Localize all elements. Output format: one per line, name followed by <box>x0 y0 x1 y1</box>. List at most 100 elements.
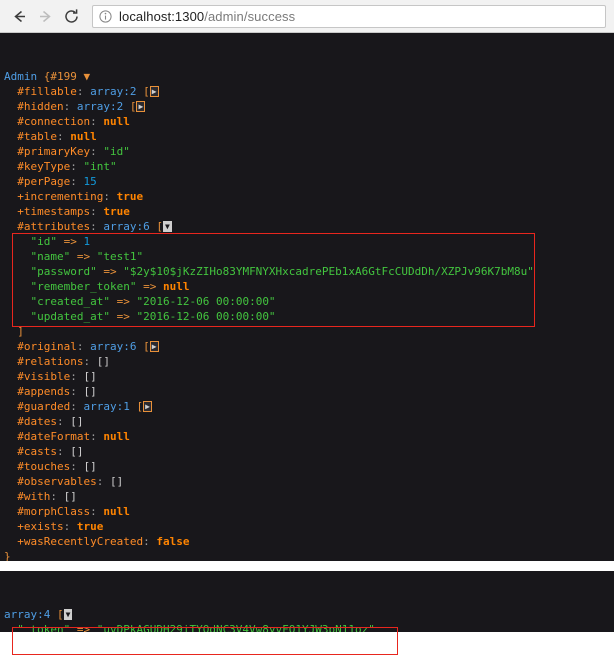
dump-property-hidden: #hidden: array:2 [▶ <box>0 99 614 114</box>
back-button[interactable] <box>6 3 32 29</box>
dump-property-name: #hidden <box>17 100 64 113</box>
browser-toolbar: localhost:1300/admin/success <box>0 0 614 33</box>
toggle-collapse-icon[interactable]: ▼ <box>162 221 172 232</box>
dump-property-fillable: #fillable: array:2 [▶ <box>0 84 614 99</box>
toggle-expand-icon[interactable]: ▶ <box>149 341 159 352</box>
dump-property-timestamps: +timestamps: true <box>0 204 614 219</box>
dump-colon: : <box>57 415 64 428</box>
page-body: Admin {#199 ▼ #fillable: array:2 [▶ #hid… <box>0 33 614 655</box>
dump-arrow: => <box>103 265 117 278</box>
dump-property-name: #keyType <box>17 160 71 173</box>
toggle-expand-icon[interactable]: ▶ <box>143 401 152 412</box>
dump-colon: : <box>70 370 77 383</box>
dump-arrow: => <box>143 280 157 293</box>
dump-string-value: "int" <box>83 160 117 173</box>
dump-property-exists: +exists: true <box>0 519 614 534</box>
info-circle-icon[interactable] <box>99 9 112 23</box>
dump-entry-key: "name" <box>30 250 71 263</box>
dump-empty-array: [] <box>63 490 77 503</box>
object-toggle-icon[interactable]: ▼ <box>84 70 91 83</box>
toggle-collapse-icon[interactable]: ▼ <box>63 609 73 620</box>
dump-property-name: #touches <box>17 460 71 473</box>
dump-constant-value: null <box>103 115 130 128</box>
url-text: localhost:1300/admin/success <box>119 9 295 24</box>
dump-property-primaryKey: #primaryKey: "id" <box>0 144 614 159</box>
dump-entry-key: "password" <box>30 265 97 278</box>
reload-icon <box>64 8 78 23</box>
dump-constant-value: null <box>103 430 130 443</box>
dump-colon: : <box>70 385 77 398</box>
dump-bracket: [ <box>143 85 150 98</box>
dump-property-dates: #dates: [] <box>0 414 614 429</box>
dump-number-value: 15 <box>83 175 97 188</box>
dump-property-name: #visible <box>17 370 71 383</box>
dump-colon: : <box>50 490 57 503</box>
dump-entry-key: "created_at" <box>30 295 110 308</box>
dump-property-keyType: #keyType: "int" <box>0 159 614 174</box>
dump-arrow: => <box>116 310 130 323</box>
arrow-right-icon <box>39 10 51 22</box>
dump-colon: : <box>76 85 84 98</box>
dump-empty-array: [] <box>109 475 124 488</box>
dump-colon: : <box>70 160 77 173</box>
url-host: localhost:1300 <box>119 8 205 24</box>
dump-array-type: array:2 <box>90 85 137 98</box>
dump-object-close: } <box>0 549 614 561</box>
dump-property-relations: #relations: [] <box>0 354 614 369</box>
dump-object-id: {#199 <box>43 70 77 83</box>
dump-string-value: "2016-12-06 00:00:00" <box>136 295 276 308</box>
address-bar[interactable]: localhost:1300/admin/success <box>92 4 606 28</box>
toggle-expand-icon[interactable]: ▶ <box>136 101 146 112</box>
dump-colon: : <box>63 520 71 533</box>
dump-arrow: => <box>63 235 77 248</box>
dump-array-type: array:1 <box>83 400 130 413</box>
dump-colon: : <box>96 475 104 488</box>
dump-colon: : <box>83 355 91 368</box>
dump-property-name: #casts <box>17 445 57 458</box>
dump-entry-key: "updated_at" <box>30 310 110 323</box>
dump-object-header: Admin {#199 ▼ <box>0 69 614 84</box>
dump-colon: : <box>70 175 77 188</box>
dump-arrow: => <box>76 250 91 263</box>
dump-property-name: #perPage <box>17 175 71 188</box>
dump-empty-array: [] <box>96 355 110 368</box>
dump-entry-key: "id" <box>30 235 58 248</box>
var-dump-session-panel: array:4 [▼ "_token" => "uvDPkAGUDH29iTYO… <box>0 571 614 632</box>
dump-property-observables: #observables: [] <box>0 474 614 489</box>
dump-property-name: #connection <box>17 115 91 128</box>
dump-colon: : <box>57 130 64 143</box>
dump-session-_token: "_token" => "uvDPkAGUDH29iTYOdNC3V4Vw8yv… <box>0 622 614 632</box>
dump-empty-array: [] <box>83 385 97 398</box>
dump-brace: } <box>4 550 11 561</box>
dump-colon: : <box>70 400 77 413</box>
dump-property-name: #dates <box>17 415 57 428</box>
dump-colon: : <box>90 220 97 233</box>
dump-colon: : <box>90 205 97 218</box>
dump-property-visible: #visible: [] <box>0 369 614 384</box>
dump-string-value: "id" <box>103 145 130 158</box>
var-dump-object-lines: Admin {#199 ▼ #fillable: array:2 [▶ #hid… <box>0 69 614 561</box>
dump-arrow: => <box>116 295 130 308</box>
dump-property-name: #morphClass <box>17 505 91 518</box>
dump-attribute-name: "name" => "test1" <box>0 249 614 264</box>
dump-colon: : <box>70 460 77 473</box>
dump-arrow: => <box>76 623 91 632</box>
dump-attribute-password: "password" => "$2y$10$jKzZIHo83YMFNYXHxc… <box>0 264 614 279</box>
toggle-expand-icon[interactable]: ▶ <box>149 86 159 97</box>
forward-button[interactable] <box>32 3 58 29</box>
dump-property-name: #with <box>17 490 51 503</box>
dump-bracket: ] <box>17 325 24 338</box>
dump-constant-value: null <box>162 280 190 293</box>
dump-constant-value: false <box>156 535 190 548</box>
dump-string-value: "2016-12-06 00:00:00" <box>136 310 276 323</box>
dump-property-perPage: #perPage: 15 <box>0 174 614 189</box>
dump-class-name: Admin <box>4 70 38 83</box>
reload-button[interactable] <box>58 3 84 29</box>
dump-property-name: #fillable <box>17 85 77 98</box>
dump-property-appends: #appends: [] <box>0 384 614 399</box>
url-path: /admin/success <box>204 8 296 24</box>
dump-property-name: #observables <box>17 475 97 488</box>
dump-colon: : <box>63 100 71 113</box>
dump-entry-key: "_token" <box>17 623 71 632</box>
dump-attribute-remember_token: "remember_token" => null <box>0 279 614 294</box>
